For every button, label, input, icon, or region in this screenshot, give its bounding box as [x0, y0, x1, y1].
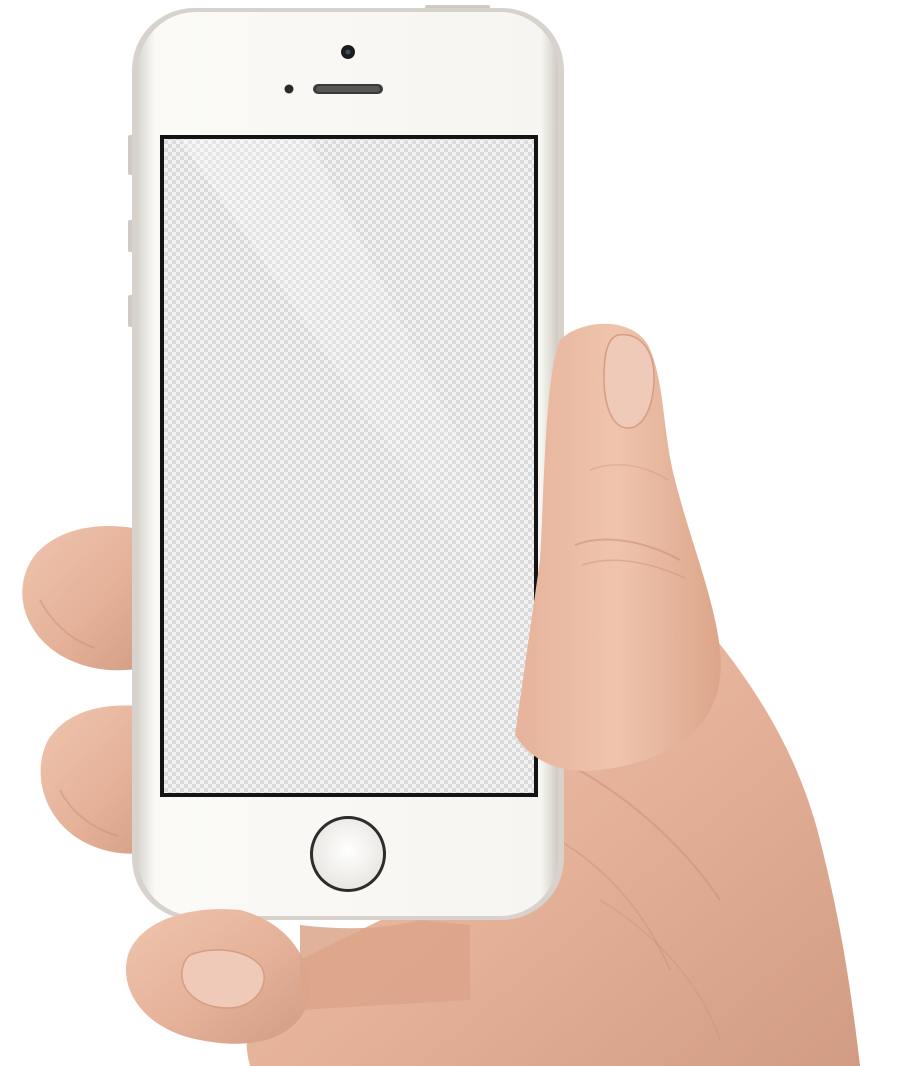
proximity-sensor-icon — [284, 84, 294, 94]
phone — [128, 5, 564, 920]
home-button-icon[interactable] — [313, 819, 383, 889]
thumb-nail — [603, 334, 655, 429]
hand-holding-phone-illustration — [22, 5, 860, 1066]
photo-scene — [0, 0, 900, 1066]
